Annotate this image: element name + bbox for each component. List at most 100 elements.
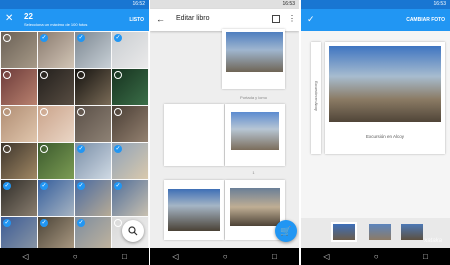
unselected-circle-icon[interactable] [40, 108, 48, 116]
selection-count: 22 [24, 12, 33, 21]
unselected-circle-icon[interactable] [114, 71, 122, 79]
status-bar: 16:53 [301, 0, 450, 9]
arrow-left-icon[interactable]: ← [156, 14, 165, 24]
photo-grid: ✓ ✓ ✓ ✓ ✓ ✓ ✓ ✓ ✓ ✓ ✓ ✓ [1, 32, 149, 253]
photo-thumbnail[interactable]: ✓ [1, 180, 37, 216]
unselected-circle-icon[interactable] [3, 71, 11, 79]
spread-right-page[interactable] [225, 104, 285, 166]
photo-picker-screen: 16:52 ✕ 22 Selecciona un máximo de 100 f… [0, 0, 149, 265]
photo-thumbnail[interactable] [1, 106, 37, 142]
photo-thumbnail[interactable] [1, 32, 37, 68]
back-icon[interactable]: ◁ [172, 252, 178, 261]
selected-check-icon[interactable]: ✓ [77, 34, 85, 42]
zoom-icon [128, 226, 138, 236]
selected-check-icon[interactable]: ✓ [114, 34, 122, 42]
back-icon[interactable]: ◁ [22, 252, 28, 261]
change-photo-screen: 16:53 ✓ CAMBIAR FOTO Excursión en Alcoy … [301, 0, 450, 265]
photo-thumbnail[interactable] [38, 143, 74, 179]
unselected-circle-icon[interactable] [3, 108, 11, 116]
home-icon[interactable]: ○ [73, 252, 78, 261]
unselected-circle-icon[interactable] [3, 34, 11, 42]
selected-check-icon[interactable]: ✓ [77, 145, 85, 153]
nav-bar: ◁ ○ □ [0, 248, 149, 265]
selected-check-icon[interactable]: ✓ [77, 219, 85, 227]
home-icon[interactable]: ○ [223, 252, 228, 261]
selected-check-icon[interactable]: ✓ [40, 182, 48, 190]
cover-page[interactable] [222, 29, 285, 89]
unselected-circle-icon[interactable] [114, 108, 122, 116]
selected-check-icon[interactable]: ✓ [40, 219, 48, 227]
home-icon[interactable]: ○ [374, 252, 379, 261]
book-editor-screen: 16:53 ← Editar libro ⋮ Portada y lomo 1 … [150, 0, 299, 265]
status-time: 16:53 [433, 1, 446, 7]
status-bar: 16:53 [150, 0, 299, 9]
zoom-button[interactable] [122, 220, 144, 242]
photo-thumbnail[interactable]: ✓ [38, 32, 74, 68]
photo-thumbnail[interactable] [112, 106, 148, 142]
watermark: xataka [424, 238, 442, 244]
cart-button[interactable]: 🛒 [275, 220, 297, 242]
photo-thumbnail[interactable] [38, 106, 74, 142]
recents-icon[interactable]: □ [423, 252, 428, 261]
editor-app-bar: ← Editar libro ⋮ [150, 9, 299, 31]
status-time: 16:52 [132, 1, 145, 7]
shopping-cart-icon: 🛒 [280, 226, 292, 236]
photo-thumbnail[interactable]: ✓ [38, 180, 74, 216]
photo-thumbnail[interactable]: ✓ [75, 32, 111, 68]
selected-check-icon[interactable]: ✓ [3, 219, 11, 227]
change-photo-button[interactable]: CAMBIAR FOTO [406, 17, 445, 23]
spread2-left-page[interactable] [164, 180, 224, 240]
unselected-circle-icon[interactable] [40, 71, 48, 79]
unselected-circle-icon[interactable] [77, 71, 85, 79]
photo-thumbnail[interactable]: ✓ [112, 32, 148, 68]
page-number: 1 [252, 170, 255, 175]
unselected-circle-icon[interactable] [114, 219, 122, 227]
spread-left-page[interactable] [164, 104, 224, 166]
back-icon[interactable]: ◁ [323, 252, 329, 261]
status-time: 16:53 [282, 1, 295, 7]
unselected-circle-icon[interactable] [77, 108, 85, 116]
recents-icon[interactable]: □ [272, 252, 277, 261]
selected-check-icon[interactable]: ✓ [114, 145, 122, 153]
change-photo-app-bar: ✓ CAMBIAR FOTO [301, 9, 450, 31]
strip-thumb[interactable] [331, 222, 357, 242]
photo-thumbnail[interactable] [75, 106, 111, 142]
photo-strip: xataka [301, 218, 450, 248]
cover-title: Excursión en Alcoy [365, 134, 405, 139]
selected-check-icon[interactable]: ✓ [114, 182, 122, 190]
selection-app-bar: ✕ 22 Selecciona un máximo de 100 fotos L… [0, 9, 149, 31]
photo-thumbnail[interactable]: ✓ [75, 180, 111, 216]
photo-thumbnail[interactable] [1, 143, 37, 179]
nav-bar: ◁ ○ □ [301, 248, 450, 265]
cover-photo [329, 46, 441, 122]
unselected-circle-icon[interactable] [3, 145, 11, 153]
selection-subtitle: Selecciona un máximo de 100 fotos [24, 22, 88, 27]
photo-thumbnail[interactable] [75, 69, 111, 105]
recents-icon[interactable]: □ [122, 252, 127, 261]
selected-check-icon[interactable]: ✓ [3, 182, 11, 190]
add-photo-icon[interactable] [272, 15, 280, 23]
check-icon[interactable]: ✓ [307, 14, 315, 24]
photo-thumbnail[interactable] [1, 69, 37, 105]
nav-bar: ◁ ○ □ [150, 248, 299, 265]
cover-card[interactable]: Excursión en Alcoy [325, 42, 445, 154]
selected-check-icon[interactable]: ✓ [40, 34, 48, 42]
spine-title: Excursión en Alcoy [314, 81, 318, 111]
selected-check-icon[interactable]: ✓ [77, 182, 85, 190]
photo-thumbnail[interactable]: ✓ [112, 143, 148, 179]
photo-thumbnail[interactable]: ✓ [75, 143, 111, 179]
strip-thumb[interactable] [401, 224, 423, 240]
spread2-left-photo [168, 189, 220, 231]
status-bar: 16:52 [0, 0, 149, 9]
photo-thumbnail[interactable] [38, 69, 74, 105]
strip-thumb[interactable] [369, 224, 391, 240]
photo-thumbnail[interactable]: ✓ [112, 180, 148, 216]
photo-thumbnail[interactable] [112, 69, 148, 105]
close-icon[interactable]: ✕ [5, 14, 13, 24]
editor-title: Editar libro [176, 15, 210, 22]
unselected-circle-icon[interactable] [40, 145, 48, 153]
spine[interactable]: Excursión en Alcoy [311, 42, 321, 154]
done-button[interactable]: LISTO [129, 17, 144, 23]
more-vert-icon[interactable]: ⋮ [288, 14, 296, 24]
spread2-right-photo [230, 188, 280, 226]
